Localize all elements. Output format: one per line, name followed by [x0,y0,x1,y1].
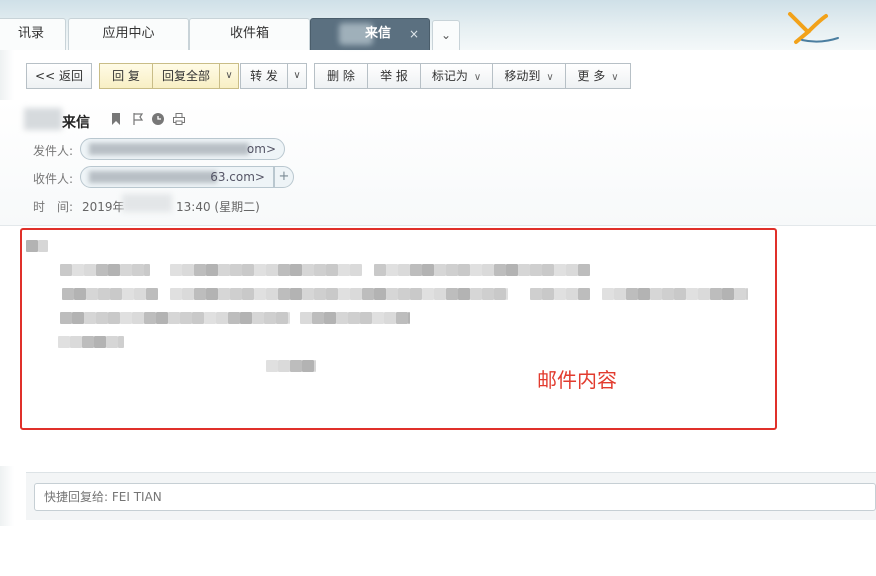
reply-options-dropdown[interactable]: ∨ [219,63,239,89]
quick-reply-input[interactable] [34,483,876,511]
move-to-label: 移动到 [504,69,541,83]
tab-contacts[interactable]: 讯录 [0,18,66,50]
tab-label: 来信 [364,26,391,41]
time-value: 13:40 (星期二) [176,200,260,214]
tab-app-center[interactable]: 应用中心 [68,18,189,50]
mark-as-label: 标记为 [431,69,468,83]
bookmark-icon[interactable] [110,113,122,125]
tab-current-mail[interactable]: 来信 × [310,18,430,50]
time-label: 时 间: [33,200,74,214]
print-icon[interactable] [173,113,185,125]
tab-bar: 讯录 应用中心 收件箱 来信 × ⌄ [0,0,876,50]
recipient-address-tail: 63.com> [210,170,265,184]
chevron-down-icon: ⌄ [440,28,452,42]
redacted-area [24,108,62,130]
sender-address[interactable]: om> [80,138,285,160]
chevron-down-icon: ∨ [611,72,619,83]
mail-subject: 来信 [62,115,90,131]
recipient-address[interactable]: 63.com> [80,166,274,188]
time-date: 2019年 [82,200,125,214]
content-highlight-box [20,228,777,430]
content-annotation: 邮件内容 [537,368,617,392]
redacted-area [89,171,217,183]
report-button[interactable]: 举 报 [367,63,421,89]
delete-button[interactable]: 删 除 [314,63,368,89]
reply-button[interactable]: 回 复 [99,63,153,89]
mail-header: 来信 发件人: om> 收件人: 63.com> + 时 间: 2019年 13… [0,100,876,226]
chevron-down-icon: ∨ [473,72,482,83]
flag-icon[interactable] [132,113,144,125]
redacted-area [122,194,172,212]
tab-list-dropdown[interactable]: ⌄ [432,20,460,50]
forward-options-dropdown[interactable]: ∨ [287,63,307,89]
sender-address-tail: om> [246,142,276,156]
add-recipient-button[interactable]: + [274,166,294,188]
to-label: 收件人: [33,172,74,186]
chevron-down-icon: ∨ [225,70,233,81]
tab-label: 收件箱 [229,26,269,41]
chevron-down-icon: ∨ [293,70,301,81]
more-label: 更 多 [577,69,606,83]
from-label: 发件人: [33,144,74,158]
more-button[interactable]: 更 多 ∨ [565,63,631,89]
back-button[interactable]: << 返回 [26,63,92,89]
mark-as-button[interactable]: 标记为 ∨ [420,63,493,89]
tab-label: 应用中心 [102,26,155,41]
brand-logo-icon [788,12,839,44]
forward-button[interactable]: 转 发 [240,63,288,89]
redacted-area [89,143,249,155]
tab-label: 讯录 [17,26,44,41]
reply-all-button[interactable]: 回复全部 [152,63,220,89]
close-icon[interactable]: × [409,19,419,49]
chevron-down-icon: ∨ [546,72,554,83]
tab-inbox[interactable]: 收件箱 [189,18,310,50]
move-to-button[interactable]: 移动到 ∨ [492,63,566,89]
clock-icon[interactable] [152,113,164,125]
